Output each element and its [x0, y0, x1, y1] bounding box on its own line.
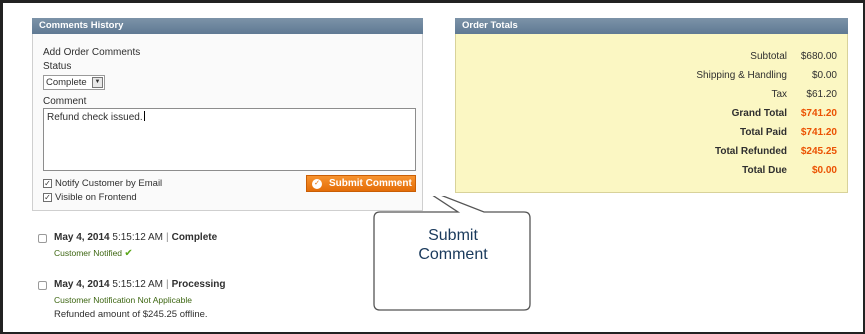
submit-icon: ✓: [312, 178, 322, 189]
totals-label: Total Refunded: [714, 146, 787, 157]
totals-label: Total Due: [742, 165, 787, 176]
comments-history-panel: Comments History Add Order Comments Stat…: [32, 18, 423, 211]
history-note-prefix: Customer: [54, 248, 91, 258]
comments-history-body: Add Order Comments Status Complete ▼ Com…: [32, 34, 423, 211]
totals-value: $61.20: [806, 89, 837, 100]
totals-label: Tax: [771, 89, 787, 100]
comment-text: Refund check issued.: [47, 112, 143, 123]
notify-label: Notify Customer by Email: [55, 178, 163, 189]
order-totals-body: Subtotal $680.00 Shipping & Handling $0.…: [455, 34, 848, 193]
submit-comment-button[interactable]: ✓ Submit Comment: [306, 175, 416, 192]
notify-customer-checkbox-row[interactable]: ✓ Notify Customer by Email: [43, 178, 162, 189]
history-extra: Refunded amount of $245.25 offline.: [54, 309, 208, 320]
callout-line-2: Comment: [418, 246, 488, 263]
text-caret: [143, 111, 145, 121]
history-note: Customer Notification Not Applicable: [54, 295, 192, 305]
totals-row-subtotal: Subtotal $680.00: [589, 51, 837, 62]
status-select-value: Complete: [46, 77, 87, 88]
submit-comment-label: Submit Comment: [329, 178, 412, 189]
history-note: Customer Notified ✔: [54, 248, 217, 259]
status-select[interactable]: Complete ▼: [43, 75, 105, 90]
history-date: May 4, 2014: [54, 279, 110, 290]
history-entry-1: May 4, 2014 5:15:12 AM | Complete Customer…: [38, 232, 217, 259]
totals-value: $245.25: [800, 146, 837, 157]
visible-frontend-checkbox-row[interactable]: ✓ Visible on Frontend: [43, 192, 137, 203]
history-status: Complete: [171, 232, 218, 243]
checkmark-icon: ✔: [124, 248, 133, 259]
history-title: May 4, 2014 5:15:12 AM | Processing: [54, 279, 226, 290]
totals-row-tax: Tax $61.20: [589, 89, 837, 100]
callout-line-1: Submit: [428, 227, 478, 244]
order-totals-title: Order Totals: [455, 18, 848, 34]
status-label: Status: [43, 61, 72, 72]
history-date: May 4, 2014: [54, 232, 110, 243]
totals-value: $0.00: [811, 70, 837, 81]
totals-value: $0.00: [811, 165, 837, 176]
totals-value: $741.20: [800, 127, 837, 138]
callout-text: Submit Comment: [374, 226, 532, 264]
order-totals-panel: Order Totals Subtotal $680.00 Shipping &…: [455, 18, 848, 193]
totals-label: Shipping & Handling: [696, 70, 787, 81]
history-entry-2: May 4, 2014 5:15:12 AM | Processing Custom…: [38, 279, 226, 320]
totals-label: Grand Total: [731, 108, 787, 119]
comment-label: Comment: [43, 96, 87, 107]
history-bullet: [38, 281, 47, 290]
totals-row-shipping: Shipping & Handling $0.00: [589, 70, 837, 81]
totals-label: Subtotal: [750, 51, 787, 62]
totals-row-total-refunded: Total Refunded $245.25: [589, 146, 837, 157]
submit-comment-callout: Submit Comment: [372, 196, 532, 312]
totals-value: $680.00: [800, 51, 837, 62]
totals-row-total-paid: Total Paid $741.20: [589, 127, 837, 138]
visible-label: Visible on Frontend: [55, 192, 137, 203]
history-bullet: [38, 234, 47, 243]
comments-history-title: Comments History: [32, 18, 423, 34]
separator: |: [165, 232, 169, 243]
totals-value: $741.20: [800, 108, 837, 119]
visible-checkbox[interactable]: ✓: [43, 193, 52, 202]
notify-checkbox[interactable]: ✓: [43, 179, 52, 188]
history-time: 5:15:12 AM: [112, 279, 163, 290]
history-status: Processing: [171, 279, 226, 290]
chevron-down-icon[interactable]: ▼: [92, 77, 103, 88]
totals-label: Total Paid: [739, 127, 787, 138]
history-title: May 4, 2014 5:15:12 AM | Complete: [54, 232, 217, 243]
history-time: 5:15:12 AM: [112, 232, 163, 243]
add-comments-heading: Add Order Comments: [43, 47, 141, 58]
comment-textarea[interactable]: Refund check issued.: [43, 108, 416, 171]
history-note-status: Notified: [93, 248, 123, 258]
totals-row-total-due: Total Due $0.00: [589, 165, 837, 176]
separator: |: [165, 279, 169, 290]
totals-row-grand-total: Grand Total $741.20: [589, 108, 837, 119]
